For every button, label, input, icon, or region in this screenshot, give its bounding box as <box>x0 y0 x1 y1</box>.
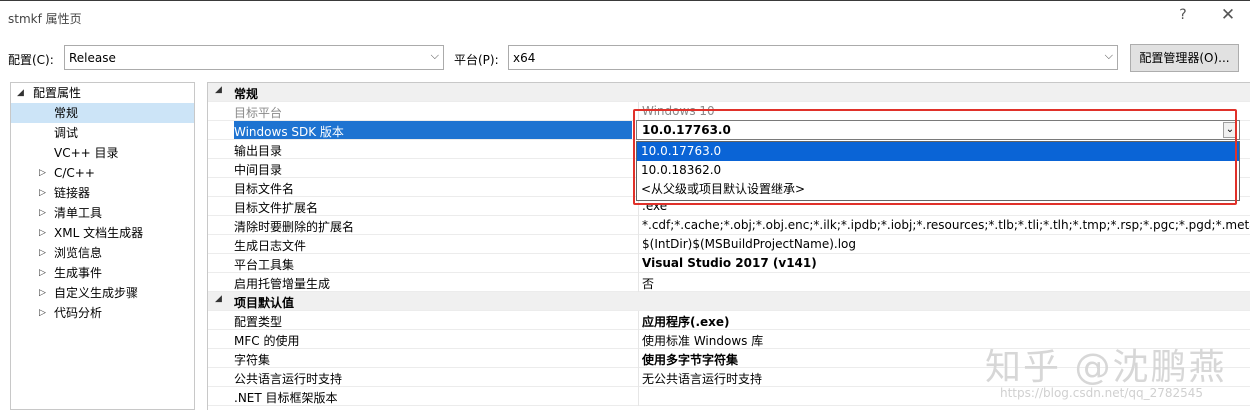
property-value: $(IntDir)$(MSBuildProjectName).log <box>642 237 857 251</box>
property-key: 目标平台 <box>234 106 283 120</box>
sdk-version-dropdown[interactable]: 10.0.17763.0 ⌄ 10.0.17763.0 10.0.18362.0… <box>636 120 1240 201</box>
tree-item-code-analysis[interactable]: 代码分析 <box>54 303 102 323</box>
expand-triangle-icon[interactable]: ▷ <box>39 308 46 318</box>
property-row[interactable]: 启用托管增量生成 否 <box>208 273 1250 292</box>
tree-item-xml-doc[interactable]: XML 文档生成器 <box>54 223 143 243</box>
platform-value: x64 <box>513 51 536 65</box>
sdk-version-select[interactable]: 10.0.17763.0 ⌄ <box>636 120 1240 140</box>
watermark: 知乎 @沈鹏燕 <box>985 347 1227 388</box>
watermark-url: https://blog.csdn.net/qq_2782545 <box>1000 386 1204 400</box>
property-value: 使用标准 Windows 库 <box>642 334 764 348</box>
property-value: 无公共语言运行时支持 <box>642 372 763 386</box>
section-general[interactable]: ◢ 常规 <box>208 83 1250 102</box>
expand-triangle-icon[interactable]: ▷ <box>39 208 46 218</box>
tree-item-vc-dirs[interactable]: VC++ 目录 <box>54 143 119 163</box>
tree-root[interactable]: 配置属性 <box>33 83 81 103</box>
expand-triangle-icon[interactable]: ▷ <box>39 288 46 298</box>
help-icon[interactable]: ? <box>1172 7 1194 27</box>
property-value: *.cdf;*.cache;*.obj;*.obj.enc;*.ilk;*.ip… <box>642 218 1250 232</box>
property-key: 配置类型 <box>234 315 283 329</box>
property-value: 应用程序(.exe) <box>642 315 730 329</box>
sdk-current-value: 10.0.17763.0 <box>642 123 731 137</box>
collapse-triangle-icon[interactable]: ◢ <box>17 88 24 98</box>
property-row[interactable]: 配置类型 应用程序(.exe) <box>208 311 1250 330</box>
platform-select[interactable]: x64 ⌵ <box>508 45 1118 70</box>
window-title: stmkf 属性页 <box>8 12 82 26</box>
property-value: 否 <box>642 277 655 291</box>
sdk-options-list: 10.0.17763.0 10.0.18362.0 <从父级或项目默认设置继承> <box>636 141 1240 201</box>
title-bar: stmkf 属性页 ? ✕ <box>0 0 1250 34</box>
property-row[interactable]: 清除时要删除的扩展名 *.cdf;*.cache;*.obj;*.obj.enc… <box>208 216 1250 235</box>
property-tree: ◢ 配置属性 常规 调试 VC++ 目录 ▷ C/C++ ▷ 链接器 ▷ 清单工… <box>10 82 195 410</box>
expand-triangle-icon[interactable]: ▷ <box>39 268 46 278</box>
tree-item-general[interactable]: 常规 <box>11 103 194 123</box>
config-select[interactable]: Release ⌵ <box>64 45 444 70</box>
property-row[interactable]: 目标平台 Windows 10 <box>208 102 1250 121</box>
chevron-down-icon[interactable]: ⌄ <box>1223 122 1237 138</box>
collapse-triangle-icon[interactable]: ◢ <box>215 85 222 95</box>
expand-triangle-icon[interactable]: ▷ <box>39 248 46 258</box>
tree-item-cpp[interactable]: C/C++ <box>54 163 95 183</box>
tree-item-linker[interactable]: 链接器 <box>54 183 90 203</box>
property-row[interactable]: 平台工具集 Visual Studio 2017 (v141) <box>208 254 1250 273</box>
property-value: Visual Studio 2017 (v141) <box>642 256 817 270</box>
config-value: Release <box>69 51 116 65</box>
close-icon[interactable]: ✕ <box>1215 5 1241 29</box>
config-manager-button[interactable]: 配置管理器(O)... <box>1130 44 1239 72</box>
property-key: 目标文件扩展名 <box>234 201 319 215</box>
tree-item-manifest[interactable]: 清单工具 <box>54 203 102 223</box>
tree-item-custom-build[interactable]: 自定义生成步骤 <box>54 283 138 303</box>
sdk-option[interactable]: 10.0.18362.0 <box>637 161 1239 180</box>
section-title: 常规 <box>234 87 259 101</box>
expand-triangle-icon[interactable]: ▷ <box>39 168 46 178</box>
property-key: 平台工具集 <box>234 258 295 272</box>
property-key: .NET 目标框架版本 <box>234 391 338 405</box>
property-key: 字符集 <box>234 353 271 367</box>
platform-label: 平台(P): <box>454 53 499 67</box>
property-key: 公共语言运行时支持 <box>234 372 343 386</box>
tree-item-debug[interactable]: 调试 <box>54 123 78 143</box>
property-key: 目标文件名 <box>234 182 295 196</box>
sdk-option[interactable]: 10.0.17763.0 <box>637 142 1239 161</box>
property-key: 中间目录 <box>234 163 283 177</box>
tree-item-build-events[interactable]: 生成事件 <box>54 263 102 283</box>
config-toolbar: 配置(C): Release ⌵ 平台(P): x64 ⌵ 配置管理器(O)..… <box>0 34 1250 82</box>
property-value: .exe <box>642 199 668 213</box>
section-project-defaults[interactable]: ◢ 项目默认值 <box>208 292 1250 311</box>
property-key: Windows SDK 版本 <box>234 121 632 139</box>
config-label: 配置(C): <box>8 53 54 67</box>
property-key: MFC 的使用 <box>234 334 300 348</box>
property-key: 清除时要删除的扩展名 <box>234 220 355 234</box>
chevron-down-icon: ⌵ <box>430 49 439 62</box>
section-title: 项目默认值 <box>234 296 295 310</box>
chevron-down-icon: ⌵ <box>1104 49 1113 62</box>
property-key: 生成日志文件 <box>234 239 307 253</box>
property-value: 使用多字节字符集 <box>642 353 739 367</box>
collapse-triangle-icon[interactable]: ◢ <box>215 294 222 304</box>
expand-triangle-icon[interactable]: ▷ <box>39 228 46 238</box>
property-row[interactable]: 生成日志文件 $(IntDir)$(MSBuildProjectName).lo… <box>208 235 1250 254</box>
property-key: 启用托管增量生成 <box>234 277 331 291</box>
tree-item-browse-info[interactable]: 浏览信息 <box>54 243 102 263</box>
property-key: 输出目录 <box>234 144 283 158</box>
sdk-option[interactable]: <从父级或项目默认设置继承> <box>637 180 1239 199</box>
expand-triangle-icon[interactable]: ▷ <box>39 188 46 198</box>
property-value: Windows 10 <box>642 104 715 118</box>
